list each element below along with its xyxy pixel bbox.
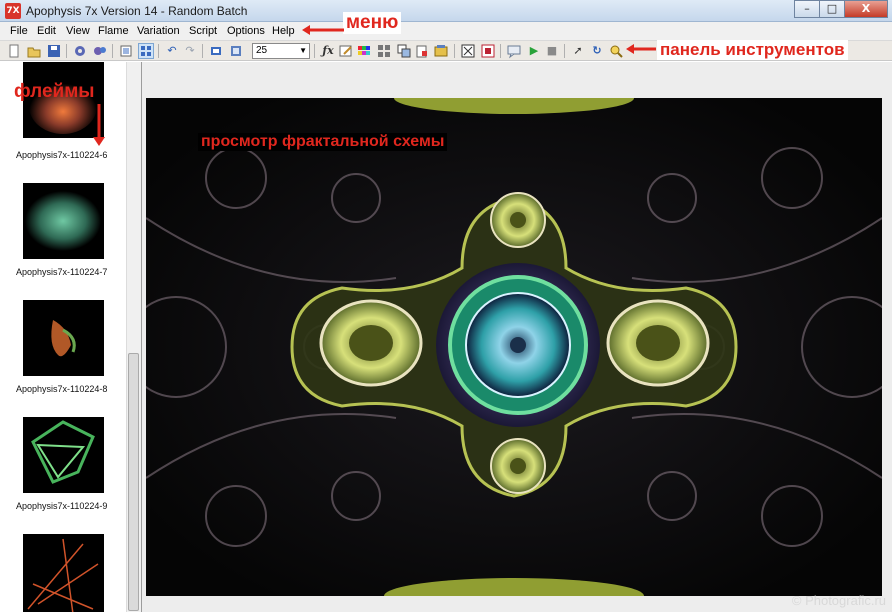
paste-icon[interactable] [228, 43, 244, 59]
gradient-icon[interactable] [356, 43, 372, 59]
fullscreen-icon[interactable] [460, 43, 476, 59]
grid-view-icon[interactable] [138, 43, 154, 59]
play-icon[interactable]: ▶ [526, 43, 542, 59]
flame-thumbnail[interactable] [23, 417, 104, 493]
render-icon[interactable] [92, 43, 108, 59]
undo-icon[interactable]: ↶ [164, 43, 180, 59]
copy-icon[interactable] [208, 43, 224, 59]
favorites-icon[interactable] [414, 43, 430, 59]
menu-flame[interactable]: Flame [98, 25, 129, 37]
menu-annotation: меню [343, 12, 402, 34]
menu-file[interactable]: File [10, 25, 28, 37]
flame-label: Apophysis7x-110224-7 [16, 267, 108, 277]
maximize-button[interactable]: □ [819, 0, 845, 18]
menu-variation[interactable]: Variation [137, 25, 180, 37]
scrollbar-thumb[interactable] [128, 353, 139, 611]
minimize-button[interactable]: – [794, 0, 820, 18]
redo-icon[interactable]: ↷ [182, 43, 198, 59]
close-button[interactable]: X [844, 0, 888, 18]
menu-bar: File Edit View Flame Variation Script Op… [0, 22, 892, 41]
flame-label: Apophysis7x-110224-6 [16, 150, 108, 160]
arrow-left-icon [302, 25, 344, 35]
open-icon[interactable] [26, 43, 42, 59]
title-bar: 7X Apophysis 7x Version 14 - Random Batc… [0, 0, 892, 22]
menu-view[interactable]: View [66, 25, 90, 37]
adjust-icon[interactable] [396, 43, 412, 59]
rotate-icon[interactable]: ↻ [589, 43, 605, 59]
stop-icon[interactable]: ■ [544, 43, 560, 59]
app-logo-icon: 7X [5, 3, 21, 19]
zoom-select[interactable]: 25 ▼ [252, 43, 310, 59]
flames-panel: Apophysis7x-110224-6 Apophysis7x-110224-… [0, 62, 142, 612]
fractal-preview[interactable] [146, 98, 882, 596]
new-icon[interactable] [6, 43, 22, 59]
zoom-value: 25 [256, 45, 268, 56]
pointer-icon[interactable]: ➚ [570, 43, 586, 59]
flame-label: Apophysis7x-110224-9 [16, 501, 108, 511]
arrow-left-icon [626, 44, 656, 54]
save-icon[interactable] [46, 43, 62, 59]
fx-icon[interactable]: ƒx [320, 43, 336, 59]
flame-label: Apophysis7x-110224-8 [16, 384, 108, 394]
message-icon[interactable] [506, 43, 522, 59]
menu-edit[interactable]: Edit [37, 25, 56, 37]
flame-thumbnail[interactable] [23, 534, 104, 612]
chevron-down-icon: ▼ [299, 46, 307, 55]
menu-script[interactable]: Script [189, 25, 217, 37]
watermark: © Photografic.ru [791, 593, 886, 608]
menu-help[interactable]: Help [272, 25, 295, 37]
gear-icon[interactable] [72, 43, 88, 59]
flame-thumbnail[interactable] [23, 300, 104, 376]
toolbar-annotation: панель инструментов [657, 40, 848, 60]
flame-thumbnail[interactable] [23, 183, 104, 259]
flames-annotation: флеймы [14, 81, 95, 102]
image-icon[interactable] [433, 43, 449, 59]
film-icon[interactable] [480, 43, 496, 59]
arrow-down-icon [93, 104, 105, 146]
menu-options[interactable]: Options [227, 25, 265, 37]
list-view-icon[interactable] [118, 43, 134, 59]
preview-annotation: просмотр фрактальной схемы [198, 133, 448, 151]
mutate-icon[interactable] [376, 43, 392, 59]
editor-icon[interactable] [338, 43, 354, 59]
window-title: Apophysis 7x Version 14 - Random Batch [26, 4, 248, 18]
window-controls: – □ X [794, 0, 888, 19]
zoom-icon[interactable] [608, 43, 624, 59]
